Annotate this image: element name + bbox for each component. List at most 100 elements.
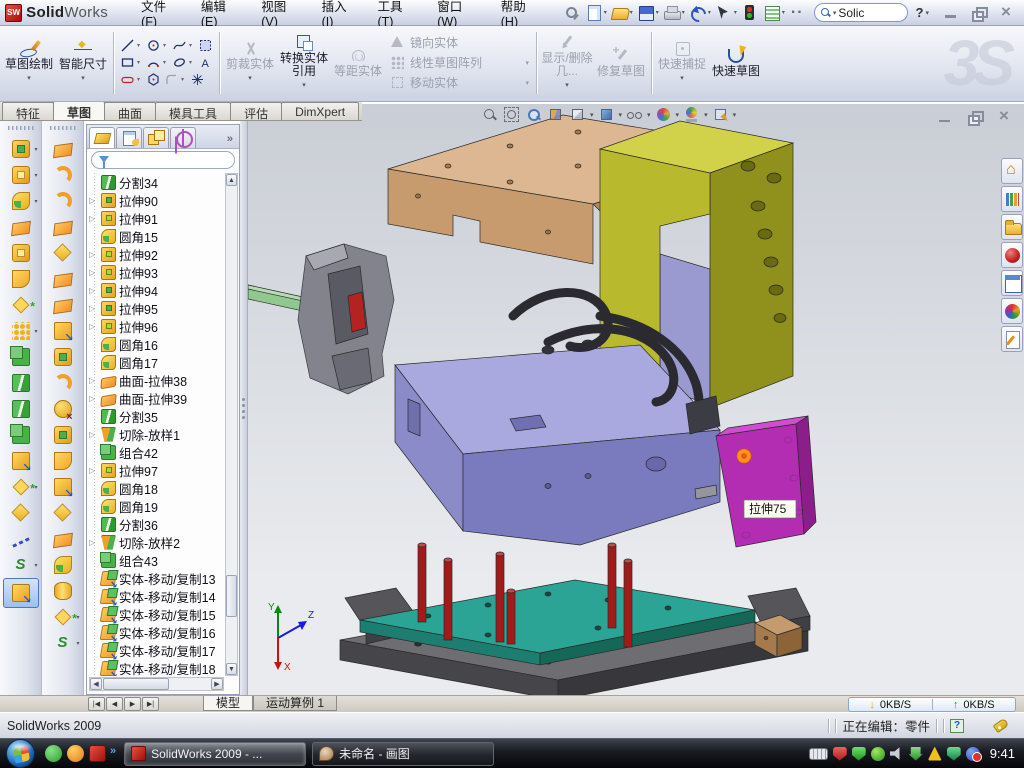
- panel-splitter[interactable]: [240, 121, 248, 695]
- search-value[interactable]: Solic: [838, 6, 864, 20]
- tree-item[interactable]: 实体-移动/复制17: [89, 641, 224, 659]
- tree-horizontal-scrollbar[interactable]: ◀ ▶: [89, 677, 224, 691]
- reference-axis-button[interactable]: ▾: [3, 526, 39, 551]
- hide-show-items-icon[interactable]: [625, 106, 644, 123]
- sketch-settings-icon[interactable]: [711, 106, 730, 123]
- tree-item[interactable]: 实体-移动/复制15: [89, 605, 224, 623]
- status-help-button[interactable]: ?: [950, 719, 964, 733]
- tree-item[interactable]: 分割36: [89, 515, 224, 533]
- dropdown-arrow-icon[interactable]: ▾: [137, 59, 144, 66]
- tree-item[interactable]: 拉伸92: [89, 245, 224, 263]
- command-tab[interactable]: 特征: [2, 102, 54, 120]
- magnifier-icon[interactable]: [524, 106, 543, 123]
- dropdown-arrow-icon[interactable]: ▾: [163, 59, 170, 66]
- undo-icon[interactable]: [687, 3, 708, 22]
- rib-button[interactable]: ▾: [3, 344, 39, 369]
- command-tab[interactable]: DimXpert: [281, 102, 359, 120]
- dropdown-arrow-icon[interactable]: ▾: [619, 111, 623, 119]
- nav-prev-button[interactable]: ◀: [106, 697, 123, 711]
- instant3d-button[interactable]: ▾: [3, 578, 39, 608]
- dropdown-arrow-icon[interactable]: ▾: [76, 614, 79, 621]
- circle-icon[interactable]: [145, 38, 162, 53]
- featuremanager-tab[interactable]: [89, 127, 115, 148]
- taskbar-window-button[interactable]: SolidWorks 2009 - ...: [124, 742, 306, 766]
- split-body-button[interactable]: ▾: [3, 396, 39, 421]
- new-file-icon[interactable]: [583, 3, 604, 22]
- smart-dimension-button[interactable]: 智能尺寸 ▾: [56, 39, 110, 87]
- options-list-icon[interactable]: [761, 3, 782, 22]
- tree-item[interactable]: 曲面-拉伸38: [89, 371, 224, 389]
- expand-arrow-icon[interactable]: [89, 430, 98, 439]
- study-tab[interactable]: 模型: [203, 696, 253, 711]
- tree-item[interactable]: 组合43: [89, 551, 224, 569]
- expand-arrow-icon[interactable]: [89, 376, 98, 385]
- tree-item[interactable]: 圆角16: [89, 335, 224, 353]
- antivirus-red-shield-tray-icon[interactable]: [833, 747, 847, 761]
- save-icon[interactable]: [635, 3, 656, 22]
- home-tab[interactable]: [1001, 158, 1023, 184]
- minimize-button[interactable]: [943, 6, 958, 20]
- dropdown-arrow-icon[interactable]: ▾: [630, 9, 633, 16]
- select-arrow-icon[interactable]: [713, 3, 734, 22]
- more-tabs-chevron-icon[interactable]: »: [227, 133, 237, 148]
- doc-minimize-button[interactable]: [937, 110, 952, 124]
- tree-item[interactable]: 拉伸97: [89, 461, 224, 479]
- tree-item[interactable]: 拉伸93: [89, 263, 224, 281]
- dropdown-arrow-icon[interactable]: ▾: [181, 76, 188, 83]
- command-tab[interactable]: 曲面: [104, 102, 156, 120]
- zoom-to-area-icon[interactable]: [502, 106, 521, 123]
- expand-arrow-icon[interactable]: [89, 304, 98, 313]
- boundary-surface-button[interactable]: ▾: [45, 240, 81, 265]
- health-shield-tray-icon[interactable]: [947, 747, 961, 761]
- dropdown-arrow-icon[interactable]: ▾: [34, 484, 37, 491]
- dropdown-arrow-icon[interactable]: ▾: [704, 111, 708, 119]
- linear-pattern-button[interactable]: ▾: [3, 318, 39, 343]
- flex-button[interactable]: ▾: [45, 136, 81, 161]
- dropdown-arrow-icon[interactable]: ▾: [34, 198, 37, 205]
- tree-item[interactable]: 曲面-拉伸39: [89, 389, 224, 407]
- network-speed-widget[interactable]: ↓0KB/S ↑0KB/S: [848, 697, 1016, 712]
- configurationmanager-tab[interactable]: [143, 127, 169, 148]
- propertymanager-tab[interactable]: [116, 127, 142, 148]
- view-orientation-icon[interactable]: [568, 106, 587, 123]
- dropdown-arrow-icon[interactable]: ▾: [137, 42, 144, 49]
- taskbar-clock[interactable]: 9:41: [990, 746, 1015, 761]
- ellipse-icon[interactable]: [171, 55, 188, 70]
- appearances-tab[interactable]: [1001, 298, 1023, 324]
- start-button[interactable]: [6, 739, 35, 768]
- curve-b-button[interactable]: ▾: [45, 630, 81, 655]
- nav-last-button[interactable]: ▶|: [142, 697, 159, 711]
- command-tab[interactable]: 模具工具: [155, 102, 231, 120]
- revolved-surface-button[interactable]: ▾: [45, 162, 81, 187]
- text-icon[interactable]: A: [197, 55, 214, 70]
- fillet-button[interactable]: ▾: [3, 188, 39, 213]
- reference-point-b-button[interactable]: ▾: [45, 604, 81, 629]
- zoom-to-fit-icon[interactable]: [480, 106, 499, 123]
- print-icon[interactable]: [661, 3, 682, 22]
- toolbar-grip[interactable]: [8, 126, 34, 130]
- dropdown-arrow-icon[interactable]: ▾: [682, 9, 685, 16]
- tree-item[interactable]: 圆角17: [89, 353, 224, 371]
- dropdown-arrow-icon[interactable]: ▾: [34, 328, 37, 335]
- reference-plane-button[interactable]: ▾: [3, 500, 39, 525]
- arc-icon[interactable]: [145, 55, 162, 70]
- wrap-button[interactable]: ▾: [45, 448, 81, 473]
- solidworks-resources-tab[interactable]: [1001, 242, 1023, 268]
- overflow-icon[interactable]: [787, 3, 808, 22]
- tree-item[interactable]: 分割34: [89, 173, 224, 191]
- dropdown-arrow-icon[interactable]: ▾: [708, 9, 711, 16]
- help-button[interactable]: ?▾: [916, 5, 929, 20]
- side-block[interactable]: [716, 416, 816, 547]
- line-icon[interactable]: [119, 38, 136, 53]
- custom-properties-tab[interactable]: [1001, 326, 1023, 352]
- restore-button[interactable]: [971, 6, 986, 20]
- move-copy-body-button[interactable]: ▾: [3, 448, 39, 473]
- expand-arrow-icon[interactable]: [89, 286, 98, 295]
- lofted-surface-button[interactable]: ▾: [45, 214, 81, 239]
- elbow-button[interactable]: ▾: [45, 370, 81, 395]
- tree-item[interactable]: 拉伸94: [89, 281, 224, 299]
- dropdown-arrow-icon[interactable]: ▾: [137, 76, 144, 83]
- dropdown-arrow-icon[interactable]: ▾: [734, 9, 737, 16]
- dropdown-arrow-icon[interactable]: ▾: [189, 42, 196, 49]
- tree-item[interactable]: 圆角18: [89, 479, 224, 497]
